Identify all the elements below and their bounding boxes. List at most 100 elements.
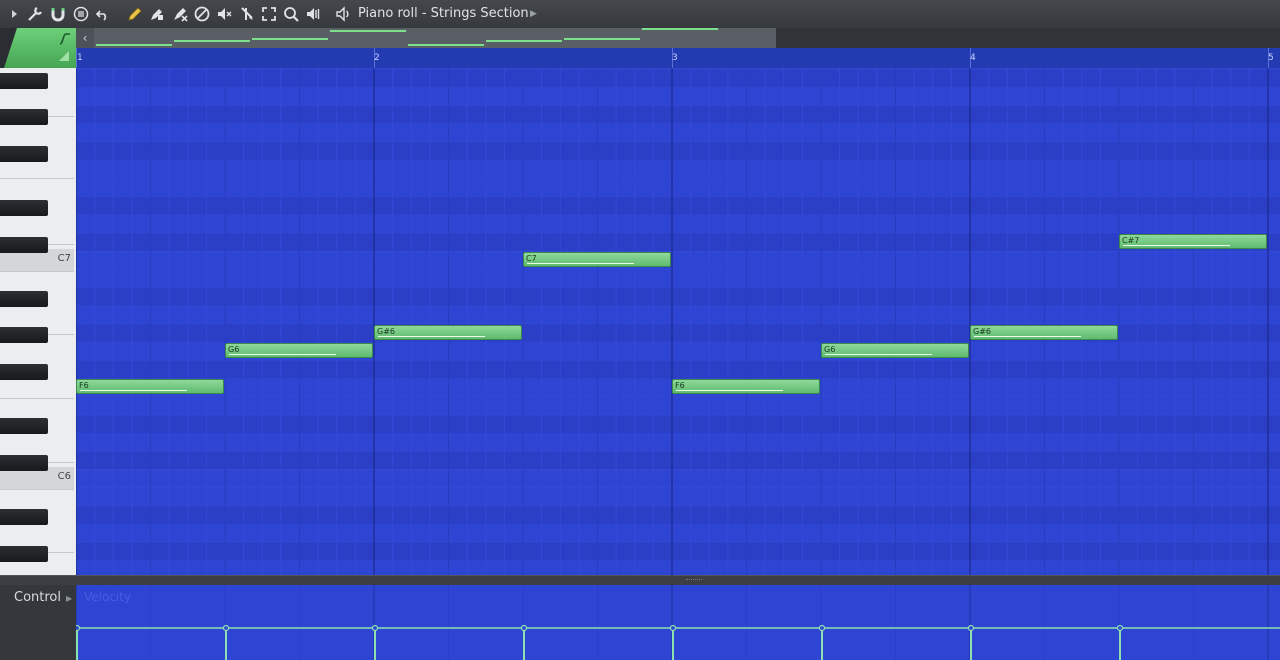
toolbar: Piano roll - Strings Section ▶ [0, 0, 1280, 29]
wrench-icon[interactable] [26, 5, 44, 23]
black-key-row [76, 287, 1280, 306]
black-key[interactable] [0, 200, 48, 216]
black-key[interactable] [0, 109, 48, 125]
black-key-row [76, 68, 1280, 88]
delete-icon[interactable] [171, 5, 189, 23]
velocity-handle[interactable] [669, 624, 677, 632]
note-velocity-bar [825, 354, 933, 355]
black-key-row [76, 451, 1280, 470]
black-key[interactable] [0, 291, 48, 307]
note-velocity-bar [80, 390, 188, 392]
bar-number: 2 [374, 53, 380, 63]
title-menu-arrow-icon[interactable]: ▶ [530, 5, 537, 23]
bar-number: 1 [77, 53, 83, 63]
note-velocity-bar [527, 263, 635, 264]
control-label[interactable]: Control [14, 590, 61, 605]
note-velocity-bar [974, 335, 1082, 337]
velocity-handle[interactable] [371, 624, 379, 632]
scroll-left-icon[interactable]: ‹ [76, 28, 94, 48]
timeline-ruler[interactable]: 1 2 3 4 5 [76, 48, 1280, 69]
curve-icon [59, 33, 70, 45]
menu-icon[interactable] [72, 5, 90, 23]
note-grid[interactable]: F6 G6 G#6 C7 F6 G6 G#6 C#7 [76, 68, 1280, 575]
pencil-icon[interactable] [126, 5, 144, 23]
note[interactable]: C#7 [1119, 233, 1267, 249]
bar-number: 4 [970, 53, 976, 63]
key-label-c7: C7 [57, 253, 71, 264]
zoom-icon[interactable] [282, 5, 300, 23]
paint-icon[interactable] [148, 5, 166, 23]
note[interactable]: C7 [523, 252, 671, 267]
control-menu-arrow-icon[interactable]: ▶ [66, 594, 72, 603]
black-key[interactable] [0, 364, 48, 380]
corner-resize-icon [59, 51, 69, 61]
speaker-mute-icon[interactable] [215, 5, 233, 23]
note-velocity-bar [378, 335, 486, 337]
note-velocity-bar [229, 354, 337, 355]
note[interactable]: G6 [225, 343, 373, 358]
velocity-lane[interactable] [76, 585, 1280, 660]
velocity-handle[interactable] [76, 624, 81, 632]
overview-note [174, 40, 250, 42]
velocity-handle[interactable] [818, 624, 826, 632]
note-velocity-bar [676, 390, 784, 392]
overview-note [330, 30, 406, 32]
magnet-icon[interactable] [49, 5, 67, 23]
key-divider [0, 271, 74, 272]
velocity-handle[interactable] [222, 624, 230, 632]
black-key-row [76, 542, 1280, 561]
note[interactable]: G6 [821, 343, 969, 358]
piano-keyboard[interactable]: C7 C6 [0, 68, 77, 575]
key-label-c6: C6 [57, 471, 71, 482]
black-key-row [76, 141, 1280, 160]
note-velocity-bar [1123, 244, 1231, 246]
divider-grip-icon[interactable] [686, 579, 702, 582]
black-key[interactable] [0, 418, 48, 434]
play-arrow-icon[interactable] [6, 5, 18, 23]
note[interactable]: G#6 [970, 324, 1118, 340]
playback-icon[interactable] [304, 5, 322, 23]
select-icon[interactable] [260, 5, 278, 23]
black-key[interactable] [0, 73, 48, 89]
black-key-row [76, 414, 1280, 433]
key-divider [0, 178, 74, 179]
overview-empty [776, 28, 1280, 48]
velocity-handle[interactable] [1116, 624, 1124, 632]
velocity-stems [76, 585, 1280, 660]
black-key-row [76, 196, 1280, 215]
slice-icon[interactable] [238, 5, 256, 23]
overview-note [408, 44, 484, 46]
overview-note [642, 28, 718, 30]
black-key[interactable] [0, 546, 48, 562]
note[interactable]: F6 [672, 379, 820, 395]
bar-number: 3 [672, 53, 678, 63]
bar-number: 5 [1268, 53, 1274, 63]
black-key-row [76, 505, 1280, 524]
undo-icon[interactable] [94, 5, 112, 23]
key-divider [0, 398, 74, 399]
velocity-handle[interactable] [967, 624, 975, 632]
overview-note [564, 38, 640, 40]
key-divider [0, 489, 74, 490]
grid-lines [76, 68, 1280, 575]
black-key-row [76, 360, 1280, 379]
note[interactable]: F6 [76, 379, 224, 395]
black-key-row [76, 105, 1280, 124]
speaker-icon[interactable] [334, 5, 352, 23]
black-key-row [76, 232, 1280, 251]
overview-note [252, 38, 328, 40]
piano-roll-window: Piano roll - Strings Section ▶ ‹ 1 2 3 4… [0, 0, 1280, 660]
overview-note [486, 40, 562, 42]
tool-corner [0, 28, 76, 68]
black-key[interactable] [0, 146, 48, 162]
note[interactable]: G#6 [374, 324, 522, 340]
mute-icon[interactable] [193, 5, 211, 23]
black-key[interactable] [0, 509, 48, 525]
control-parameter: Velocity [84, 590, 132, 604]
velocity-handle[interactable] [520, 624, 528, 632]
black-key[interactable] [0, 455, 48, 471]
window-title[interactable]: Piano roll - Strings Section [358, 5, 529, 23]
overview-note [96, 44, 172, 46]
black-key[interactable] [0, 327, 48, 343]
black-key[interactable] [0, 237, 48, 253]
